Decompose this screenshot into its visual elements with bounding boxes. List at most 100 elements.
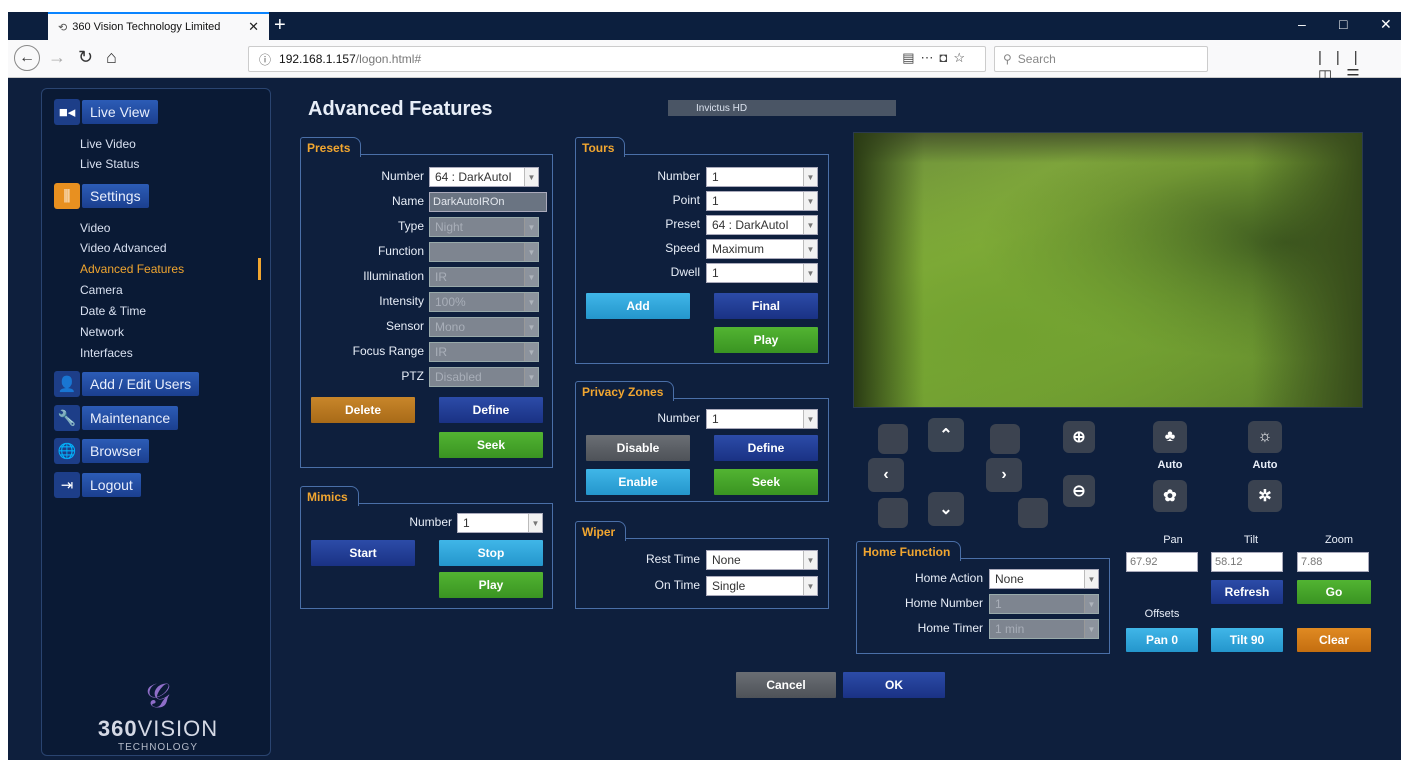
pan-zero-button[interactable]: Pan 0 [1126,628,1198,652]
zoom-out-icon[interactable]: ⊖ [1063,475,1095,507]
wiper-on-value: Single [712,579,746,593]
preset-ptz-select[interactable]: Disabled ▼ [429,367,539,387]
reader-view-icon[interactable]: ▤ [902,50,920,65]
privacy-disable-button[interactable]: Disable [586,435,690,461]
tour-number-select[interactable]: 1 ▼ [706,167,818,187]
sidebar-browser[interactable]: 🌐 Browser [54,438,150,464]
iris-close-icon[interactable]: ✲ [1248,480,1282,512]
sidebar-item-video-advanced[interactable]: Video Advanced [80,241,167,255]
preset-focus-range-select[interactable]: IR ▼ [429,342,539,362]
home-icon[interactable]: ⌂ [106,47,117,68]
wiper-on-select[interactable]: Single ▼ [706,576,818,596]
home-number-select[interactable]: 1 ▼ [989,594,1099,614]
tilt-input[interactable]: 58.12 [1211,552,1283,572]
browser-titlebar: ⟲ 360 Vision Technology Limited ✕ + – □ … [8,12,1401,40]
ok-button[interactable]: OK [843,672,945,698]
preset-number-select[interactable]: 64 : DarkAutoI ▼ [429,167,539,187]
privacy-number-select[interactable]: 1 ▼ [706,409,818,429]
preset-seek-button[interactable]: Seek [439,432,543,458]
preset-define-button[interactable]: Define [439,397,543,423]
sidebar-add-edit-users[interactable]: 👤 Add / Edit Users [54,371,200,397]
minimize-button[interactable]: – [1298,16,1306,32]
mimic-number-select[interactable]: 1 ▼ [457,513,543,533]
clear-button[interactable]: Clear [1297,628,1371,652]
preset-name-label: Name [391,194,424,208]
close-window-button[interactable]: ✕ [1380,16,1392,33]
page-actions-icon[interactable]: ⋯ [920,50,939,65]
sidebar-live-view[interactable]: ■◂ Live View [54,99,158,125]
ptz-up-button[interactable]: ⌃ [928,418,964,452]
bookmark-star-icon[interactable]: ☆ [953,50,971,65]
tour-speed-select[interactable]: Maximum ▼ [706,239,818,259]
tour-play-button[interactable]: Play [714,327,818,353]
url-bar[interactable]: ⓘ 192.168.1.157/logon.html# ▤⋯◘☆ [248,46,986,72]
preset-name-field[interactable]: DarkAutoIROn [429,192,547,212]
home-action-select[interactable]: None ▼ [989,569,1099,589]
back-icon[interactable]: ← [14,45,40,71]
sidebar-settings[interactable]: ⫼ Settings [54,183,149,209]
go-button[interactable]: Go [1297,580,1371,604]
library-icon[interactable]: ||| [1318,49,1372,66]
preset-intensity-select[interactable]: 100% ▼ [429,292,539,312]
home-timer-select[interactable]: 1 min ▼ [989,619,1099,639]
search-input[interactable]: ⚲ Search [994,46,1208,72]
mimic-play-button[interactable]: Play [439,572,543,598]
tab-close-icon[interactable]: ✕ [248,19,259,35]
ptz-left-button[interactable]: ‹ [868,458,904,492]
tour-final-button[interactable]: Final [714,293,818,319]
sidebar-item-video[interactable]: Video [80,221,110,235]
sidebar-logout[interactable]: ⇥ Logout [54,472,141,498]
ptz-down-button[interactable]: ⌄ [928,492,964,526]
privacy-enable-button[interactable]: Enable [586,469,690,495]
mimic-stop-button[interactable]: Stop [439,540,543,566]
focus-auto-button[interactable]: Auto [1148,459,1192,471]
pocket-icon[interactable]: ◘ [939,50,953,65]
ptz-right-button[interactable]: › [986,458,1022,492]
ptz-down-right-button[interactable] [1018,498,1048,528]
tour-dwell-select[interactable]: 1 ▼ [706,263,818,283]
cancel-button[interactable]: Cancel [736,672,836,698]
sidebar-item-network[interactable]: Network [80,325,124,339]
tour-point-select[interactable]: 1 ▼ [706,191,818,211]
zoom-input[interactable]: 7.88 [1297,552,1369,572]
tour-preset-select[interactable]: 64 : DarkAutoI ▼ [706,215,818,235]
sidebar-item-camera[interactable]: Camera [80,283,123,297]
tilt-90-button[interactable]: Tilt 90 [1211,628,1283,652]
sidebar-item-advanced-features[interactable]: Advanced Features [80,262,184,276]
wiper-rest-select[interactable]: None ▼ [706,550,818,570]
focus-far-icon[interactable]: ♣ [1153,421,1187,453]
sidebar-item-live-video[interactable]: Live Video [80,137,136,151]
preset-function-select[interactable]: ▼ [429,242,539,262]
preset-type-select[interactable]: Night ▼ [429,217,539,237]
iris-auto-button[interactable]: Auto [1243,459,1287,471]
chevron-down-icon: ▼ [524,368,538,386]
browser-tab[interactable]: ⟲ 360 Vision Technology Limited ✕ [48,12,269,40]
privacy-seek-button[interactable]: Seek [714,469,818,495]
pan-input[interactable]: 67.92 [1126,552,1198,572]
iris-open-icon[interactable]: ☼ [1248,421,1282,453]
mimics-tab: Mimics [300,486,359,506]
live-video-feed[interactable] [853,132,1363,408]
preset-delete-button[interactable]: Delete [311,397,415,423]
sidebar-maintenance[interactable]: 🔧 Maintenance [54,405,179,431]
zoom-in-icon[interactable]: ⊕ [1063,421,1095,453]
ptz-down-left-button[interactable] [878,498,908,528]
user-icon: 👤 [54,371,80,397]
preset-illumination-select[interactable]: IR ▼ [429,267,539,287]
sidebar-item-live-status[interactable]: Live Status [80,157,139,171]
tour-add-button[interactable]: Add [586,293,690,319]
forward-icon[interactable]: → [48,47,66,68]
mimic-start-button[interactable]: Start [311,540,415,566]
new-tab-button[interactable]: + [274,14,286,37]
site-info-icon[interactable]: ⓘ [259,51,271,68]
privacy-define-button[interactable]: Define [714,435,818,461]
refresh-button[interactable]: Refresh [1211,580,1283,604]
ptz-up-left-button[interactable] [878,424,908,454]
maximize-button[interactable]: □ [1339,16,1347,32]
sidebar-item-date-time[interactable]: Date & Time [80,304,146,318]
sidebar-item-interfaces[interactable]: Interfaces [80,346,133,360]
reload-icon[interactable]: ↻ [78,47,93,68]
ptz-up-right-button[interactable] [990,424,1020,454]
focus-near-icon[interactable]: ✿ [1153,480,1187,512]
preset-sensor-select[interactable]: Mono ▼ [429,317,539,337]
